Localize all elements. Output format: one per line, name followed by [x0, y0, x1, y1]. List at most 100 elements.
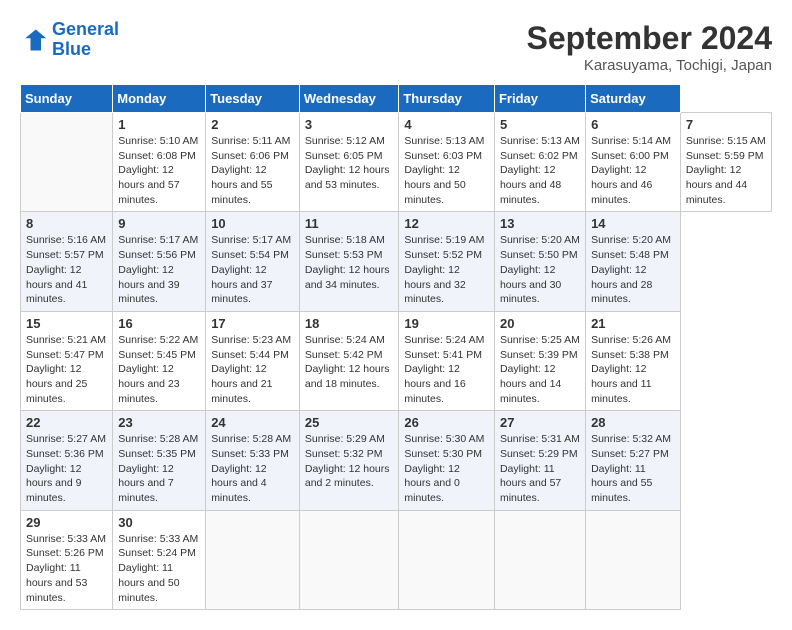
day-detail: Sunrise: 5:20 AMSunset: 5:50 PMDaylight:… [500, 234, 580, 305]
day-number: 3 [305, 117, 394, 132]
day-detail: Sunrise: 5:23 AMSunset: 5:44 PMDaylight:… [211, 334, 291, 405]
day-detail: Sunrise: 5:26 AMSunset: 5:38 PMDaylight:… [591, 334, 671, 405]
calendar-cell [206, 510, 300, 609]
calendar-week-row: 22 Sunrise: 5:27 AMSunset: 5:36 PMDayligh… [21, 411, 772, 510]
day-number: 4 [404, 117, 489, 132]
calendar-cell: 22 Sunrise: 5:27 AMSunset: 5:36 PMDayligh… [21, 411, 113, 510]
day-detail: Sunrise: 5:21 AMSunset: 5:47 PMDaylight:… [26, 334, 106, 405]
logo-icon [20, 26, 48, 54]
calendar-cell: 16Sunrise: 5:22 AMSunset: 5:45 PMDayligh… [113, 311, 206, 410]
calendar-table: SundayMondayTuesdayWednesdayThursdayFrid… [20, 84, 772, 610]
day-number: 6 [591, 117, 675, 132]
calendar-cell: 14Sunrise: 5:20 AMSunset: 5:48 PMDayligh… [586, 212, 681, 311]
calendar-cell: 13 Sunrise: 5:20 AMSunset: 5:50 PMDayligh… [494, 212, 585, 311]
day-number: 5 [500, 117, 580, 132]
calendar-cell: 17Sunrise: 5:23 AMSunset: 5:44 PMDayligh… [206, 311, 300, 410]
day-number: 28 [591, 415, 675, 430]
calendar-cell: 8Sunrise: 5:16 AMSunset: 5:57 PMDaylight… [21, 212, 113, 311]
header-monday: Monday [113, 85, 206, 113]
calendar-cell: 15 Sunrise: 5:21 AMSunset: 5:47 PMDayligh… [21, 311, 113, 410]
day-detail: Sunrise: 5:24 AMSunset: 5:42 PMDaylight:… [305, 334, 390, 390]
day-number: 10 [211, 216, 294, 231]
logo-line2: Blue [52, 39, 91, 59]
day-number: 24 [211, 415, 294, 430]
day-detail: Sunrise: 5:10 AMSunset: 6:08 PMDaylight:… [118, 135, 198, 206]
header-wednesday: Wednesday [299, 85, 399, 113]
calendar-cell: 6 Sunrise: 5:14 AMSunset: 6:00 PMDaylight… [586, 113, 681, 212]
month-title: September 2024 [527, 20, 772, 57]
calendar-cell: 28 Sunrise: 5:32 AMSunset: 5:27 PMDayligh… [586, 411, 681, 510]
day-detail: Sunrise: 5:32 AMSunset: 5:27 PMDaylight:… [591, 433, 671, 504]
calendar-cell: 7Sunrise: 5:15 AMSunset: 5:59 PMDaylight… [680, 113, 771, 212]
day-detail: Sunrise: 5:29 AMSunset: 5:32 PMDaylight:… [305, 433, 390, 489]
header-sunday: Sunday [21, 85, 113, 113]
day-number: 22 [26, 415, 107, 430]
day-detail: Sunrise: 5:25 AMSunset: 5:39 PMDaylight:… [500, 334, 580, 405]
day-number: 29 [26, 515, 107, 530]
calendar-cell: 25 Sunrise: 5:29 AMSunset: 5:32 PMDayligh… [299, 411, 399, 510]
calendar-cell: 11 Sunrise: 5:18 AMSunset: 5:53 PMDayligh… [299, 212, 399, 311]
header-tuesday: Tuesday [206, 85, 300, 113]
header-friday: Friday [494, 85, 585, 113]
calendar-cell: 3 Sunrise: 5:12 AMSunset: 6:05 PMDaylight… [299, 113, 399, 212]
page-header: General Blue September 2024 Karasuyama, … [20, 20, 772, 74]
calendar-cell: 26 Sunrise: 5:30 AMSunset: 5:30 PMDayligh… [399, 411, 495, 510]
day-detail: Sunrise: 5:30 AMSunset: 5:30 PMDaylight:… [404, 433, 484, 504]
calendar-cell: 27Sunrise: 5:31 AMSunset: 5:29 PMDayligh… [494, 411, 585, 510]
day-number: 30 [118, 515, 200, 530]
calendar-cell: 4 Sunrise: 5:13 AMSunset: 6:03 PMDaylight… [399, 113, 495, 212]
day-number: 20 [500, 316, 580, 331]
day-number: 21 [591, 316, 675, 331]
day-number: 27 [500, 415, 580, 430]
day-detail: Sunrise: 5:11 AMSunset: 6:06 PMDaylight:… [211, 135, 290, 206]
calendar-cell: 23 Sunrise: 5:28 AMSunset: 5:35 PMDayligh… [113, 411, 206, 510]
calendar-cell: 20 Sunrise: 5:25 AMSunset: 5:39 PMDayligh… [494, 311, 585, 410]
day-detail: Sunrise: 5:19 AMSunset: 5:52 PMDaylight:… [404, 234, 484, 305]
calendar-cell: 18 Sunrise: 5:24 AMSunset: 5:42 PMDayligh… [299, 311, 399, 410]
day-number: 15 [26, 316, 107, 331]
logo-line1: General [52, 19, 119, 39]
day-detail: Sunrise: 5:14 AMSunset: 6:00 PMDaylight:… [591, 135, 671, 206]
day-detail: Sunrise: 5:24 AMSunset: 5:41 PMDaylight:… [404, 334, 484, 405]
calendar-cell: 19 Sunrise: 5:24 AMSunset: 5:41 PMDayligh… [399, 311, 495, 410]
calendar-cell: 21 Sunrise: 5:26 AMSunset: 5:38 PMDayligh… [586, 311, 681, 410]
day-number: 2 [211, 117, 294, 132]
day-number: 11 [305, 216, 394, 231]
header-saturday: Saturday [586, 85, 681, 113]
calendar-cell: 30 Sunrise: 5:33 AMSunset: 5:24 PMDayligh… [113, 510, 206, 609]
day-number: 25 [305, 415, 394, 430]
calendar-week-row: 29Sunrise: 5:33 AMSunset: 5:26 PMDayligh… [21, 510, 772, 609]
calendar-cell [299, 510, 399, 609]
day-detail: Sunrise: 5:13 AMSunset: 6:03 PMDaylight:… [404, 135, 484, 206]
day-detail: Sunrise: 5:15 AMSunset: 5:59 PMDaylight:… [686, 135, 766, 206]
calendar-cell [494, 510, 585, 609]
day-number: 23 [118, 415, 200, 430]
logo-text: General Blue [52, 20, 119, 60]
calendar-header-row: SundayMondayTuesdayWednesdayThursdayFrid… [21, 85, 772, 113]
logo: General Blue [20, 20, 119, 60]
day-detail: Sunrise: 5:18 AMSunset: 5:53 PMDaylight:… [305, 234, 390, 290]
calendar-week-row: 15 Sunrise: 5:21 AMSunset: 5:47 PMDayligh… [21, 311, 772, 410]
day-number: 8 [26, 216, 107, 231]
day-number: 19 [404, 316, 489, 331]
calendar-cell: 12Sunrise: 5:19 AMSunset: 5:52 PMDayligh… [399, 212, 495, 311]
calendar-week-row: 1 Sunrise: 5:10 AMSunset: 6:08 PMDaylight… [21, 113, 772, 212]
day-number: 18 [305, 316, 394, 331]
day-number: 13 [500, 216, 580, 231]
calendar-cell: 9Sunrise: 5:17 AMSunset: 5:56 PMDaylight… [113, 212, 206, 311]
calendar-cell: 29Sunrise: 5:33 AMSunset: 5:26 PMDayligh… [21, 510, 113, 609]
day-detail: Sunrise: 5:12 AMSunset: 6:05 PMDaylight:… [305, 135, 390, 191]
calendar-cell [586, 510, 681, 609]
calendar-cell: 2 Sunrise: 5:11 AMSunset: 6:06 PMDaylight… [206, 113, 300, 212]
day-detail: Sunrise: 5:22 AMSunset: 5:45 PMDaylight:… [118, 334, 198, 405]
day-detail: Sunrise: 5:17 AMSunset: 5:56 PMDaylight:… [118, 234, 198, 305]
day-number: 1 [118, 117, 200, 132]
day-number: 26 [404, 415, 489, 430]
day-detail: Sunrise: 5:17 AMSunset: 5:54 PMDaylight:… [211, 234, 291, 305]
calendar-body: 1 Sunrise: 5:10 AMSunset: 6:08 PMDaylight… [21, 113, 772, 610]
day-detail: Sunrise: 5:27 AMSunset: 5:36 PMDaylight:… [26, 433, 106, 504]
location-subtitle: Karasuyama, Tochigi, Japan [527, 57, 772, 74]
day-detail: Sunrise: 5:33 AMSunset: 5:24 PMDaylight:… [118, 533, 198, 604]
calendar-cell [399, 510, 495, 609]
day-detail: Sunrise: 5:28 AMSunset: 5:35 PMDaylight:… [118, 433, 198, 504]
